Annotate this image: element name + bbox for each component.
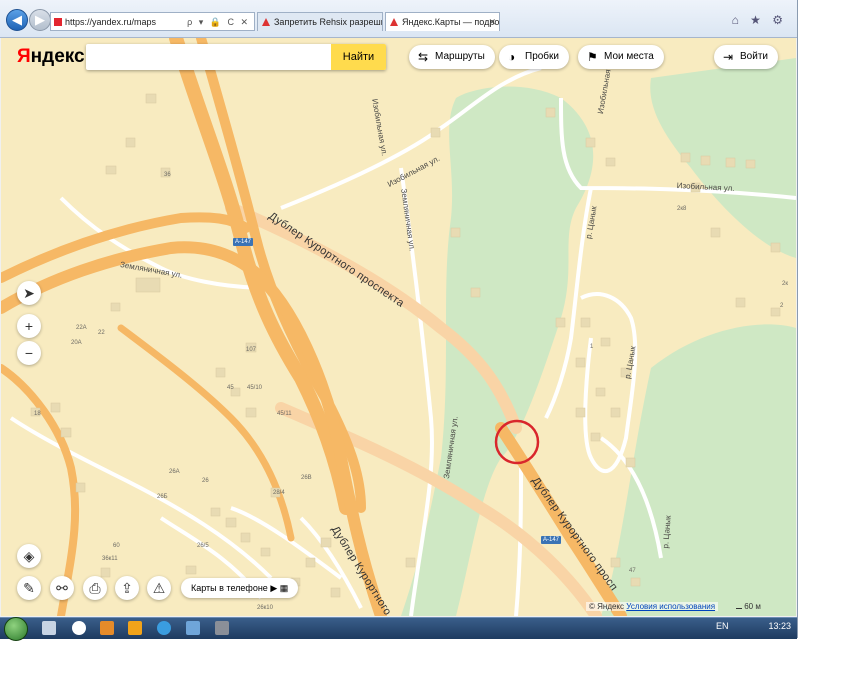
phone-app-promo[interactable]: Карты в телефоне ▶ ▦ xyxy=(181,578,299,598)
house-number: 26к10 xyxy=(257,605,273,611)
report-error-icon: ⚠ xyxy=(152,580,166,596)
back-button[interactable]: ◀ xyxy=(6,9,28,31)
layers-button[interactable]: ◈ xyxy=(17,544,41,568)
media-icon[interactable] xyxy=(100,621,114,635)
scale-label: 60 м xyxy=(744,602,761,611)
house-number: 18 xyxy=(34,411,41,417)
scale-line xyxy=(736,608,742,609)
ruler-icon: ✎ xyxy=(23,580,35,596)
share-icon: ⇪ xyxy=(121,580,133,596)
places-label: Мои места xyxy=(604,51,654,62)
zoom-out-button[interactable]: − xyxy=(17,341,41,365)
house-number: 2 xyxy=(780,303,784,309)
routes-button[interactable]: ⇆ Маршруты xyxy=(409,45,495,69)
yandex-browser-icon[interactable] xyxy=(72,621,86,635)
print-button[interactable]: ⎙ xyxy=(83,576,107,600)
house-number: 26/5 xyxy=(197,543,209,549)
login-button[interactable]: ⇥ Войти xyxy=(714,45,778,69)
zoom-in-button[interactable]: + xyxy=(17,314,41,338)
traffic-button[interactable]: ◑ Пробки xyxy=(499,45,569,69)
browser-controls[interactable]: ⌂ ★ ⚙ xyxy=(732,13,787,27)
app-store-icons: ▶ ▦ xyxy=(267,583,289,593)
map-canvas[interactable]: Изобильная ул. Изобильная ул. Землянична… xyxy=(1,38,796,616)
tab-favicon-icon xyxy=(390,18,398,26)
terms-link[interactable]: Условия использования xyxy=(626,602,715,611)
tab-favicon-icon xyxy=(262,18,270,26)
house-number: 26 xyxy=(202,478,209,484)
forward-button[interactable]: ▶ xyxy=(29,9,51,31)
house-number: 36 xyxy=(164,172,171,178)
address-tools[interactable]: ρ ▾ 🔒 C ✕ xyxy=(187,13,250,32)
clock[interactable]: 13:23 xyxy=(768,621,791,631)
active-window-icon[interactable] xyxy=(186,621,200,635)
explorer-icon[interactable] xyxy=(42,621,56,635)
ruler-button[interactable]: ✎ xyxy=(17,576,41,600)
tab-title: Яндекс.Карты — подробна xyxy=(402,17,500,27)
program-icon[interactable] xyxy=(215,621,229,635)
language-indicator[interactable]: EN xyxy=(716,621,729,631)
url-text: https://yandex.ru/maps xyxy=(65,17,157,27)
house-number: 26Б xyxy=(157,494,168,500)
house-number: 2к8 xyxy=(677,206,687,212)
house-number: 107 xyxy=(246,347,257,353)
traffic-icon: ◑ xyxy=(508,50,516,64)
login-icon: ⇥ xyxy=(723,50,734,64)
address-bar[interactable]: https://yandex.ru/maps ρ ▾ 🔒 C ✕ xyxy=(50,12,255,31)
ie-icon[interactable] xyxy=(157,621,171,635)
panorama-button[interactable]: ⚯ xyxy=(50,576,74,600)
copyright-text: © Яндекс xyxy=(589,602,625,611)
house-number: 1 xyxy=(590,344,594,350)
house-number: 22А xyxy=(76,325,87,331)
browser-toolbar: ◀ ▶ https://yandex.ru/maps ρ ▾ 🔒 C ✕ Зап… xyxy=(0,0,797,38)
taskbar: EN 13:23 xyxy=(0,617,797,641)
login-label: Войти xyxy=(740,51,768,62)
routes-icon: ⇆ xyxy=(418,50,429,64)
tab-title: Запретить Rehsix разрешив xyxy=(274,17,383,27)
house-number: 60 xyxy=(113,543,120,549)
phone-promo-label: Карты в телефоне xyxy=(191,583,268,593)
print-icon: ⎙ xyxy=(89,580,101,596)
site-favicon xyxy=(54,18,62,26)
scale-bar: 60 м xyxy=(736,602,761,611)
house-number: 22 xyxy=(98,330,105,336)
locate-button[interactable]: ➤ xyxy=(17,281,41,305)
map-copyright: © Яндекс Условия использования xyxy=(586,602,719,611)
route-shield: A-147 xyxy=(233,238,254,246)
system-tray[interactable]: EN 13:23 xyxy=(716,621,791,631)
routes-label: Маршруты xyxy=(435,51,485,62)
tab-1[interactable]: Запретить Rehsix разрешив xyxy=(257,12,383,31)
logo-red: Я xyxy=(17,46,31,67)
house-number: 26А xyxy=(169,469,180,475)
traffic-label: Пробки xyxy=(525,51,559,62)
start-button[interactable] xyxy=(4,617,28,641)
house-number: 45 xyxy=(227,385,234,391)
tab-2[interactable]: Яндекс.Карты — подробна ✕ xyxy=(385,12,500,31)
house-number: 28/4 xyxy=(273,490,285,496)
tab-close-icon[interactable]: ✕ xyxy=(488,13,496,31)
house-number: 47 xyxy=(629,568,636,574)
report-button[interactable]: ⚠ xyxy=(147,576,171,600)
browser-window: ◀ ▶ https://yandex.ru/maps ρ ▾ 🔒 C ✕ Зап… xyxy=(0,0,798,641)
house-number: 26В xyxy=(301,475,312,481)
yandex-logo[interactable]: Яндекс xyxy=(17,46,85,68)
layers-icon: ◈ xyxy=(23,548,35,564)
house-number: 45/10 xyxy=(247,385,263,391)
bookmark-icon: ⚑ xyxy=(587,50,598,64)
forest-area-ne xyxy=(650,58,796,258)
share-button[interactable]: ⇪ xyxy=(115,576,139,600)
my-places-button[interactable]: ⚑ Мои места xyxy=(578,45,664,69)
map-drawing xyxy=(1,38,796,616)
logo-rest: ндекс xyxy=(30,46,85,67)
search-button[interactable]: Найти xyxy=(331,44,386,70)
route-shield: A-147 xyxy=(541,536,562,544)
panorama-icon: ⚯ xyxy=(56,580,68,596)
house-number: 2к xyxy=(782,281,788,287)
house-number: 20А xyxy=(71,340,82,346)
app-icon[interactable] xyxy=(128,621,142,635)
house-number: 45/11 xyxy=(277,411,292,417)
house-number: 36к11 xyxy=(102,556,118,562)
locate-arrow-icon: ➤ xyxy=(23,285,35,301)
